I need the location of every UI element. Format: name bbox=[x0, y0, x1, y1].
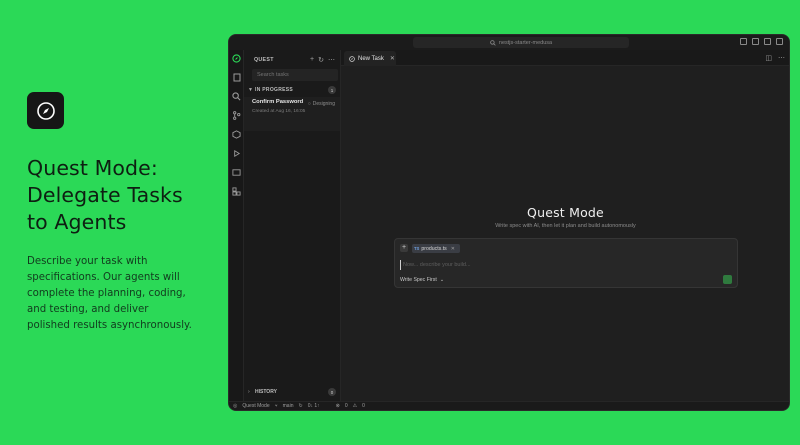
quest-icon: ◎ bbox=[233, 403, 238, 409]
mode-select[interactable]: Write Spec First ⌄ bbox=[400, 277, 444, 283]
file-chip-label: products.ts bbox=[421, 245, 447, 252]
layout-icon[interactable] bbox=[764, 38, 771, 45]
task-input[interactable] bbox=[400, 260, 730, 270]
chevron-down-icon: ⌄ bbox=[439, 277, 445, 283]
close-icon[interactable]: ✕ bbox=[451, 246, 455, 252]
status-mode[interactable]: Quest Mode bbox=[242, 403, 269, 409]
command-search[interactable]: nestjs-starter-medusa bbox=[413, 37, 629, 48]
section-label: IN PROGRESS bbox=[255, 87, 294, 93]
status-bar: ◎ Quest Mode ⑂ main ↻ 0↓ 1↑ ⊗ 0 ⚠ 0 bbox=[229, 401, 789, 410]
search-icon bbox=[490, 39, 496, 46]
status-sync[interactable]: 0↓ 1↑ bbox=[308, 403, 320, 409]
editor-area: New Task ✕ ◫ ⋯ Quest Mode Write spec wit… bbox=[341, 50, 789, 403]
mode-label: Write Spec First bbox=[400, 277, 437, 283]
sidebar-header: QUEST + ↻ ⋯ bbox=[244, 54, 340, 66]
history-section[interactable]: › HISTORY 0 bbox=[244, 387, 340, 397]
ide-window: nestjs-starter-medusa QUEST + ↻ ⋯ Search… bbox=[228, 34, 790, 411]
headline-line: Quest Mode: bbox=[27, 156, 158, 180]
tab-label: New Task bbox=[358, 55, 384, 62]
sync-icon: ↻ bbox=[298, 403, 303, 409]
description-line: specifications. Our agents will bbox=[27, 272, 180, 283]
task-status: ○ Designing bbox=[307, 101, 335, 107]
more-icon[interactable]: ⋯ bbox=[778, 54, 785, 62]
command-search-text: nestjs-starter-medusa bbox=[498, 39, 553, 46]
terminal-icon[interactable] bbox=[232, 168, 241, 177]
error-icon: ⊗ bbox=[335, 403, 340, 409]
task-item[interactable]: Confirm Password ○ Designing Created at A… bbox=[244, 97, 340, 131]
file-chip[interactable]: TS products.ts ✕ bbox=[412, 244, 460, 253]
status-problems[interactable]: 0 bbox=[345, 403, 348, 409]
quest-icon[interactable] bbox=[232, 54, 241, 63]
typescript-icon: TS bbox=[414, 246, 420, 251]
task-search-input[interactable] bbox=[252, 69, 338, 81]
description-line: polished results asynchronously. bbox=[27, 320, 192, 331]
files-icon[interactable] bbox=[232, 73, 241, 82]
window-controls bbox=[740, 38, 783, 45]
task-composer: + TS products.ts ✕ Write Spec First ⌄ bbox=[394, 238, 738, 288]
sidebar-title: QUEST bbox=[254, 57, 274, 63]
extensions-grid-icon[interactable] bbox=[232, 187, 241, 196]
run-debug-icon[interactable] bbox=[232, 149, 241, 158]
add-task-icon[interactable]: + bbox=[310, 56, 314, 64]
send-button[interactable] bbox=[723, 275, 732, 284]
add-context-button[interactable]: + bbox=[400, 244, 408, 252]
description-line: complete the planning, coding, bbox=[27, 288, 186, 299]
headline-line: Delegate Tasks bbox=[27, 183, 183, 207]
section-label: HISTORY bbox=[255, 389, 277, 395]
title-bar: nestjs-starter-medusa bbox=[229, 35, 789, 50]
headline-line: to Agents bbox=[27, 210, 127, 234]
warning-icon: ⚠ bbox=[352, 403, 358, 409]
quest-mode-subtitle: Write spec with AI, then let it plan and… bbox=[495, 223, 636, 229]
extensions-icon[interactable] bbox=[232, 130, 241, 139]
refresh-icon[interactable]: ↻ bbox=[318, 56, 324, 64]
intro-headline: Quest Mode: Delegate Tasks to Agents bbox=[27, 155, 217, 236]
more-icon[interactable]: ⋯ bbox=[328, 56, 335, 64]
split-editor-icon[interactable]: ◫ bbox=[765, 54, 772, 62]
branch-icon: ⑂ bbox=[274, 403, 278, 409]
compass-icon bbox=[36, 101, 55, 120]
source-control-icon[interactable] bbox=[232, 111, 241, 120]
toggle-panel-icon[interactable] bbox=[752, 38, 759, 45]
status-warnings[interactable]: 0 bbox=[362, 403, 365, 409]
search-icon[interactable] bbox=[232, 92, 241, 101]
intro-description: Describe your task with specifications. … bbox=[27, 254, 217, 334]
quest-icon bbox=[349, 55, 355, 62]
tab-bar: New Task ✕ ◫ ⋯ bbox=[341, 50, 789, 66]
account-icon[interactable] bbox=[776, 38, 783, 45]
quest-logo bbox=[27, 92, 64, 129]
description-line: and testing, and deliver bbox=[27, 304, 149, 315]
tab-new-task[interactable]: New Task ✕ bbox=[344, 51, 396, 66]
chevron-down-icon: ▼ bbox=[248, 87, 253, 93]
status-branch[interactable]: main bbox=[283, 403, 294, 409]
quest-mode-title: Quest Mode bbox=[527, 205, 604, 220]
in-progress-section[interactable]: ▼ IN PROGRESS 1 bbox=[244, 85, 340, 95]
description-line: Describe your task with bbox=[27, 256, 148, 267]
activity-bar bbox=[229, 50, 244, 403]
task-status-text: Designing bbox=[312, 101, 335, 107]
count-badge: 0 bbox=[328, 388, 336, 396]
toggle-sidebar-icon[interactable] bbox=[740, 38, 747, 45]
quest-sidebar: QUEST + ↻ ⋯ ▼ IN PROGRESS 1 Confirm Pass… bbox=[244, 50, 341, 403]
task-meta: Created at Aug 16, 16:05 bbox=[252, 109, 306, 114]
chevron-right-icon: › bbox=[248, 389, 250, 395]
count-badge: 1 bbox=[328, 86, 336, 94]
close-icon[interactable]: ✕ bbox=[390, 55, 395, 62]
